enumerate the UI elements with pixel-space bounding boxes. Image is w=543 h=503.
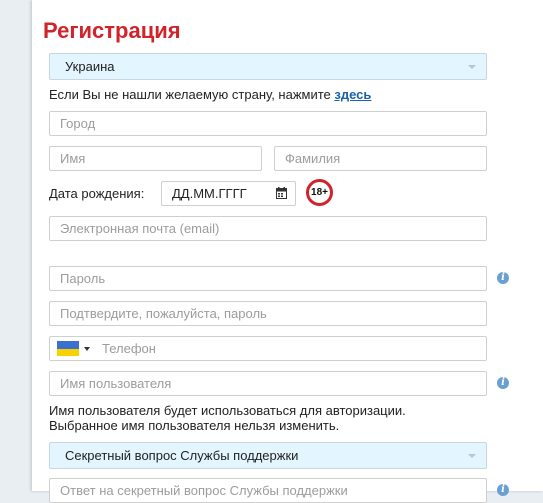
city-input-placeholder: Город: [60, 116, 96, 131]
birth-date-input[interactable]: ДД.ММ.ГГГГ: [161, 181, 296, 206]
secret-question-select-value: Секретный вопрос Службы поддержки: [65, 448, 299, 463]
phone-input-placeholder: Телефон: [102, 341, 156, 356]
birth-date-input-placeholder: ДД.ММ.ГГГГ: [172, 186, 247, 201]
password-input[interactable]: Пароль: [49, 266, 487, 291]
last-name-input[interactable]: Фамилия: [274, 146, 487, 171]
username-info-icon[interactable]: i: [497, 377, 509, 389]
country-not-found-link[interactable]: здесь: [334, 87, 371, 102]
chevron-down-icon: [468, 65, 476, 69]
password-input-placeholder: Пароль: [60, 271, 106, 286]
age-restriction-badge: 18+: [306, 179, 333, 206]
password-info-icon[interactable]: i: [497, 272, 509, 284]
chevron-down-icon: [468, 454, 476, 458]
email-input-placeholder: Электронная почта (email): [60, 221, 220, 236]
username-input-placeholder: Имя пользователя: [60, 376, 172, 391]
secret-question-select[interactable]: Секретный вопрос Службы поддержки: [49, 442, 487, 469]
first-name-input[interactable]: Имя: [49, 146, 262, 171]
ukraine-flag-icon[interactable]: [57, 341, 79, 356]
email-input[interactable]: Электронная почта (email): [49, 216, 487, 241]
page-title: Регистрация: [43, 18, 181, 43]
last-name-input-placeholder: Фамилия: [285, 151, 341, 166]
country-hint-text: Если Вы не нашли желаемую страну, нажмит…: [49, 87, 335, 102]
phone-input[interactable]: Телефон: [49, 336, 487, 361]
country-hint: Если Вы не нашли желаемую страну, нажмит…: [49, 87, 371, 102]
phone-country-dropdown-icon[interactable]: [84, 347, 90, 351]
password-confirm-input-placeholder: Подтвердите, пожалуйста, пароль: [60, 306, 267, 321]
country-select-value: Украина: [65, 59, 115, 74]
birth-date-label: Дата рождения:: [49, 186, 145, 201]
city-input[interactable]: Город: [49, 111, 487, 136]
secret-answer-info-icon[interactable]: i: [497, 484, 509, 496]
username-hint: Имя пользователя будет использоваться дл…: [49, 403, 406, 433]
username-hint-line-1: Имя пользователя будет использоваться дл…: [49, 403, 406, 418]
username-hint-line-2: Выбранное имя пользователя нельзя измени…: [49, 418, 340, 433]
password-confirm-input[interactable]: Подтвердите, пожалуйста, пароль: [49, 301, 487, 326]
first-name-input-placeholder: Имя: [60, 151, 86, 166]
country-select[interactable]: Украина: [49, 53, 487, 80]
calendar-icon[interactable]: [276, 187, 287, 199]
username-input[interactable]: Имя пользователя: [49, 371, 487, 396]
